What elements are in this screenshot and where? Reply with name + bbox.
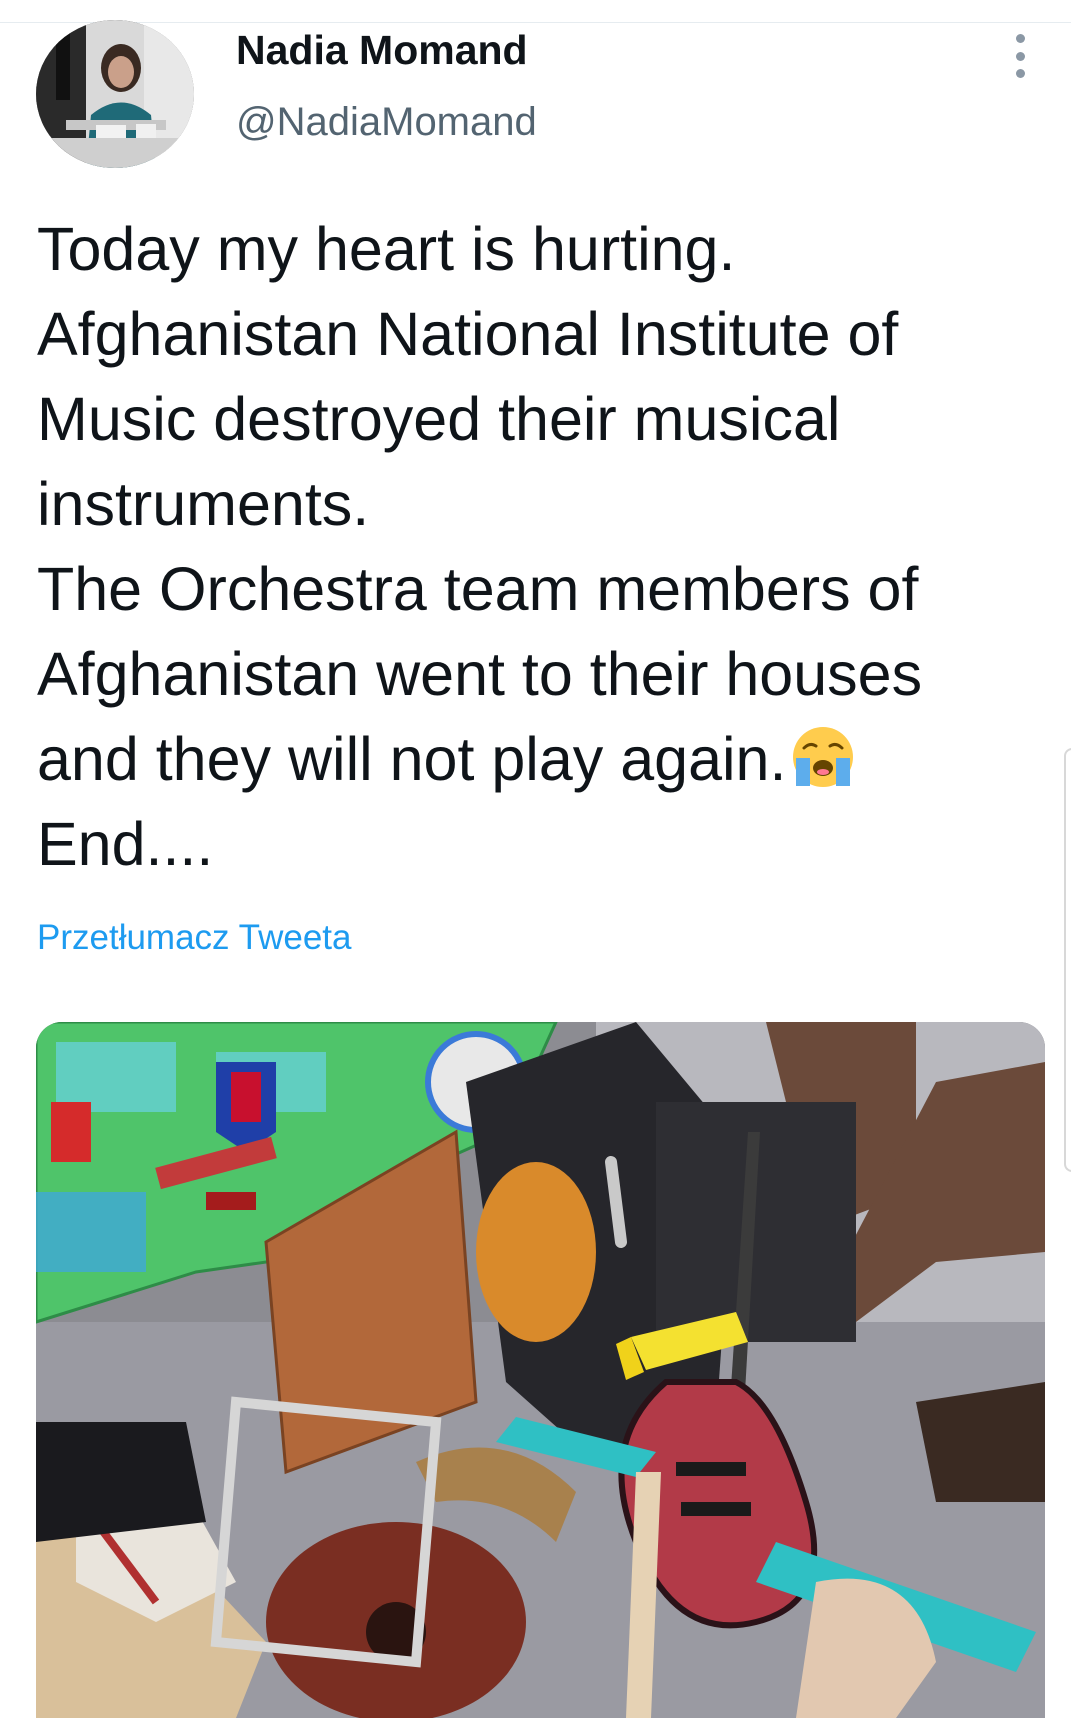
- more-dot: [1015, 34, 1025, 43]
- more-dot: [1015, 69, 1025, 78]
- tweet-media-photo[interactable]: [36, 1022, 1045, 1718]
- more-dot: [1015, 51, 1025, 61]
- loudly-crying-face-icon: [790, 724, 856, 812]
- author-avatar[interactable]: [36, 20, 194, 168]
- more-vertical-icon[interactable]: [1005, 34, 1035, 78]
- tweet-text-line: and they will not play again.: [37, 725, 787, 793]
- tweet-text-line: The Orchestra team members of: [37, 555, 919, 623]
- tweet-text-line: instruments.: [37, 470, 370, 538]
- photo-image: [36, 1022, 1045, 1718]
- translate-tweet-link[interactable]: Przetłumacz Tweeta: [37, 918, 352, 958]
- tweet-text-line-with-emoji: and they will not play again.: [37, 717, 1047, 802]
- tweet-text-line: Afghanistan went to their houses: [37, 640, 923, 708]
- scrollbar[interactable]: [1064, 748, 1071, 1172]
- tweet-text-line: Today my heart is hurting.: [37, 215, 736, 283]
- tweet-text-line: Afghanistan National Institute of: [37, 300, 899, 368]
- avatar-photo: [36, 20, 194, 168]
- author-handle[interactable]: @NadiaMomand: [236, 100, 537, 145]
- tweet-text-line: Music destroyed their musical: [37, 385, 841, 453]
- author-display-name[interactable]: Nadia Momand: [236, 27, 528, 74]
- tweet-text-line: End....: [37, 810, 214, 878]
- tweet-text: Today my heart is hurting. Afghanistan N…: [37, 207, 1047, 887]
- top-divider: [0, 22, 1071, 23]
